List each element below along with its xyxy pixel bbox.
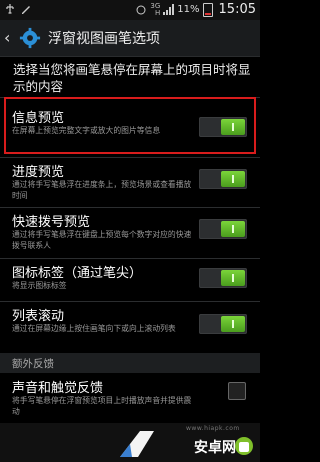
section-header: 额外反馈 [0, 353, 260, 373]
list-scrolling-toggle[interactable] [199, 314, 247, 334]
toggle-knob [221, 221, 245, 237]
setting-icon-labels[interactable]: 图标标签（通过笔尖） 将显示图标标签 [0, 258, 260, 302]
signal-icon [163, 4, 175, 15]
setting-title: 进度预览 [12, 165, 65, 180]
setting-subtitle: 通过将手写笔悬浮在进度条上，预览场景或查看播放时间 [12, 180, 192, 200]
usb-icon [6, 4, 14, 14]
setting-speed-dial-preview[interactable]: 快速拨号预览 通过将手写笔悬浮在键盘上预览每个数字对应的快速拨号联系人 [0, 207, 260, 259]
setting-subtitle: 通过将手写笔悬浮在键盘上预览每个数字对应的快速拨号联系人 [12, 230, 192, 250]
toggle-knob [221, 171, 245, 187]
watermark-logo-text: 安卓网 [194, 440, 236, 456]
battery-percent: 11% [177, 4, 200, 15]
page-description: 选择当您将画笔悬停在屏幕上的项目时将显示的内容 [13, 62, 251, 94]
network-sub-label: H [155, 8, 161, 17]
network-type: 3G H [150, 2, 161, 17]
sound-haptic-checkbox[interactable] [228, 382, 246, 400]
setting-subtitle: 将显示图标标签 [12, 281, 67, 290]
paper-graphic-icon [120, 431, 154, 457]
setting-title: 列表滚动 [12, 309, 65, 324]
battery-icon [202, 2, 213, 17]
highlight-box [4, 97, 256, 154]
speed-dial-preview-toggle[interactable] [199, 219, 247, 239]
setting-subtitle: 通过在屏幕边缘上按住画笔向下或向上滚动列表 [12, 324, 176, 333]
status-bar: 3G H 11% 15:05 [0, 0, 260, 20]
pen-icon [22, 6, 30, 14]
icon-labels-toggle[interactable] [199, 268, 247, 288]
setting-progress-preview[interactable]: 进度预览 通过将手写笔悬浮在进度条上，预览场景或查看播放时间 [0, 157, 260, 209]
section-label: 额外反馈 [12, 358, 54, 370]
watermark-url: www.hiapk.com [186, 425, 240, 432]
action-bar: ‹ 浮窗视图画笔选项 [0, 20, 260, 57]
back-chevron-icon[interactable]: ‹ [4, 20, 18, 56]
clock: 15:05 [218, 2, 256, 17]
setting-list-scrolling[interactable]: 列表滚动 通过在屏幕边缘上按住画笔向下或向上滚动列表 [0, 301, 260, 353]
setting-subtitle: 将手写笔悬停在浮窗预览项目上时播放声音并提供震动 [12, 396, 192, 416]
setting-sound-haptic-feedback[interactable]: 声音和触觉反馈 将手写笔悬停在浮窗预览项目上时播放声音并提供震动 [0, 373, 260, 425]
setting-title: 声音和触觉反馈 [12, 381, 104, 396]
media-icon [136, 5, 146, 14]
toggle-knob [221, 270, 245, 286]
progress-preview-toggle[interactable] [199, 169, 247, 189]
gear-icon[interactable] [19, 27, 41, 49]
setting-title: 图标标签（通过笔尖） [12, 266, 143, 281]
page-title: 浮窗视图画笔选项 [48, 31, 160, 47]
toggle-knob [221, 316, 245, 332]
setting-title: 快速拨号预览 [12, 215, 91, 230]
